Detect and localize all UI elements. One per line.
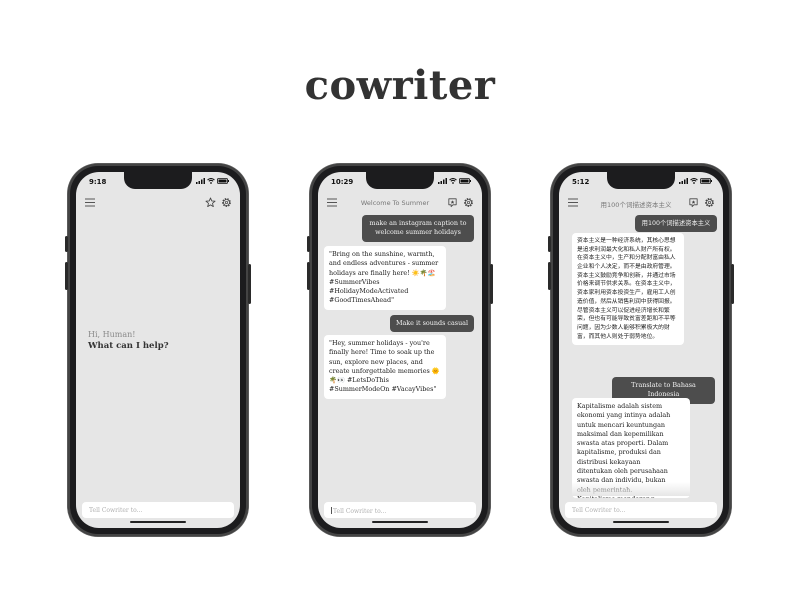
status-time: 5:12 (572, 178, 590, 186)
user-message: Make it sounds casual (390, 315, 474, 333)
prompt-placeholder: Tell Cowriter to... (333, 508, 387, 515)
prompt-input[interactable]: Tell Cowriter to... (324, 502, 476, 518)
settings-icon[interactable] (221, 197, 232, 208)
phone-screen: 9:18 Hi, Human! What can I help? Tell Co… (76, 172, 240, 528)
top-bar: 用100个词描述资本主义 (559, 194, 723, 212)
star-icon[interactable] (205, 197, 216, 208)
home-indicator (130, 521, 186, 523)
wifi-icon (207, 178, 215, 184)
battery-icon (700, 178, 712, 184)
brand-title: cowriter (304, 62, 496, 109)
chat-title: Welcome To Summer (360, 199, 430, 207)
status-time: 10:29 (331, 178, 354, 186)
signal-icon (438, 178, 447, 184)
chat-title: 用100个词描述资本主义 (600, 201, 672, 209)
greeting-question: What can I help? (88, 341, 169, 351)
signal-icon (196, 178, 205, 184)
wifi-icon (690, 178, 698, 184)
signal-icon (679, 178, 688, 184)
settings-icon[interactable] (463, 197, 474, 208)
wifi-icon (449, 178, 457, 184)
prompt-placeholder: Tell Cowriter to... (89, 507, 143, 514)
greeting: Hi, Human! What can I help? (88, 330, 169, 351)
phone-home: 9:18 Hi, Human! What can I help? Tell Co… (65, 164, 251, 536)
settings-icon[interactable] (704, 197, 715, 208)
user-message: 用100个词描述资本主义 (635, 215, 717, 233)
top-bar: Welcome To Summer (318, 194, 482, 212)
prompt-input[interactable]: Tell Cowriter to... (565, 502, 717, 518)
bookmark-chat-icon[interactable] (688, 197, 699, 208)
prompt-placeholder: Tell Cowriter to... (572, 507, 626, 514)
phone-chat-summer: 10:29 Welcome To Summer make an instagra… (307, 164, 493, 536)
phone-screen: 10:29 Welcome To Summer make an instagra… (318, 172, 482, 528)
bookmark-chat-icon[interactable] (447, 197, 458, 208)
home-indicator (372, 521, 428, 523)
home-indicator (613, 521, 669, 523)
top-bar (76, 194, 240, 212)
phone-chat-capitalism: 5:12 用100个词描述资本主义 用100个词描述资本主义 资本主义是一种经济… (548, 164, 734, 536)
menu-icon[interactable] (327, 198, 337, 207)
status-time: 9:18 (89, 178, 107, 186)
assistant-message: "Bring on the sunshine, warmth, and endl… (324, 246, 446, 310)
user-message: make an instagram caption to welcome sum… (362, 215, 474, 242)
text-cursor (331, 507, 332, 514)
battery-icon (459, 178, 471, 184)
assistant-message: "Hey, summer holidays - you're finally h… (324, 335, 446, 399)
menu-icon[interactable] (568, 198, 578, 207)
assistant-message: 资本主义是一种经济系统，其核心思想是追求利润最大化和私人财产所有权。在资本主义中… (572, 233, 684, 346)
greeting-hi: Hi, Human! (88, 330, 136, 339)
battery-icon (217, 178, 229, 184)
prompt-input[interactable]: Tell Cowriter to... (82, 502, 234, 518)
phone-screen: 5:12 用100个词描述资本主义 用100个词描述资本主义 资本主义是一种经济… (559, 172, 723, 528)
menu-icon[interactable] (85, 198, 95, 207)
